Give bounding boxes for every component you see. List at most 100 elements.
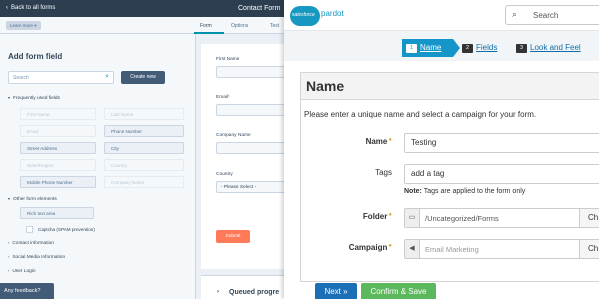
field-city[interactable]: City: [104, 142, 184, 154]
salesforce-logo: salesforce: [290, 6, 320, 26]
pardot-window: salesforce pardot ⌕ Search 1 Name 2 Fields…: [284, 0, 599, 299]
required-icon: ●: [388, 243, 392, 249]
hubspot-sub-bar: Learn more ▾ Form Options Test: [0, 17, 285, 34]
field-phone-number[interactable]: Phone Number: [104, 125, 184, 137]
name-input[interactable]: Testing: [404, 133, 599, 153]
field-state-region[interactable]: State/Region: [20, 159, 96, 171]
group-contact-info-label: Contact information: [12, 241, 54, 246]
confirm-save-button[interactable]: Confirm & Save: [361, 283, 436, 299]
field-search-input[interactable]: Search ⌕: [8, 71, 114, 84]
form-title[interactable]: Contact Form✎: [238, 0, 289, 17]
pardot-search-input[interactable]: ⌕ Search: [505, 5, 599, 25]
field-street-address[interactable]: Street Address: [20, 142, 96, 154]
tags-note-bold: Note:: [404, 188, 422, 195]
folder-icon: ▭: [405, 209, 420, 227]
campaign-label-text: Campaign: [348, 243, 388, 252]
chevron-down-icon: ▾: [8, 196, 11, 201]
search-icon: ⌕: [105, 73, 109, 80]
tab-options[interactable]: Options: [231, 23, 248, 29]
tags-label: Tags: [375, 168, 392, 177]
pardot-brand: pardot: [321, 9, 344, 18]
pardot-search-placeholder: Search: [533, 11, 559, 20]
intro-text: Please enter a unique name and select a …: [304, 110, 537, 119]
captcha-label: Captcha (SPAM prevention): [38, 227, 95, 232]
field-last-name[interactable]: Last Name: [104, 108, 184, 120]
name-label: Name●: [312, 137, 392, 146]
group-social-media[interactable]: › Social Media Information: [8, 254, 65, 260]
preview-label-first-name: First Name: [216, 57, 239, 62]
preview-label-text: Country: [216, 172, 233, 177]
field-email[interactable]: Email: [20, 125, 96, 137]
folder-label-text: Folder: [362, 212, 388, 221]
name-panel-header: Name: [301, 73, 599, 100]
name-label-text: Name: [365, 137, 388, 146]
field-country[interactable]: Country: [104, 159, 184, 171]
queued-progress-label: Queued progre: [229, 289, 280, 296]
form-title-text: Contact Form: [238, 5, 281, 12]
chevron-right-icon: ›: [8, 240, 10, 245]
required-icon: ●: [388, 137, 392, 143]
chevron-right-icon: ›: [8, 268, 10, 273]
other-elements-label: Other form elements: [13, 197, 57, 202]
choose-campaign-button[interactable]: Ch: [579, 239, 599, 259]
learn-more-label: Learn more: [10, 23, 34, 28]
step-label: Fields: [476, 43, 498, 52]
megaphone-icon: ◀: [405, 240, 420, 258]
campaign-selector[interactable]: ◀ Email Marketing Ch: [404, 239, 599, 259]
folder-selector[interactable]: ▭ /Uncategorized/Forms Ch: [404, 208, 599, 228]
field-rich-text[interactable]: Rich text area: [20, 207, 94, 219]
group-user-login-label: User Login: [12, 269, 36, 274]
group-contact-info[interactable]: › Contact information: [8, 240, 54, 246]
step-number: 2: [462, 44, 473, 53]
add-field-sidebar: Add form field Search ⌕ Create new ▾ Freq…: [0, 34, 196, 299]
step-number: 3: [516, 44, 527, 53]
frequently-used-toggle[interactable]: ▾ Frequently used fields: [8, 95, 60, 101]
feedback-button[interactable]: Any feedback?: [0, 283, 54, 299]
logo-text: salesforce: [292, 12, 315, 18]
frequently-used-label: Frequently used fields: [13, 96, 60, 101]
field-first-name[interactable]: First Name: [20, 108, 96, 120]
back-label: Back to all forms: [11, 5, 56, 11]
field-company-name[interactable]: Company Name: [104, 176, 184, 188]
pardot-header: salesforce pardot ⌕ Search: [284, 0, 599, 31]
preview-label-company: Company Name: [216, 133, 251, 138]
screen: ‹Back to all forms Contact Form✎ Learn m…: [0, 0, 599, 299]
chevron-down-icon: ▾: [8, 95, 11, 100]
chevron-right-icon: ›: [8, 254, 10, 259]
field-mobile-phone[interactable]: Mobile Phone Number: [20, 176, 96, 188]
tab-form[interactable]: Form: [200, 23, 212, 29]
required-icon: ●: [388, 212, 392, 218]
tags-input[interactable]: add a tag: [404, 164, 599, 184]
step-number: 1: [406, 44, 417, 53]
folder-value: /Uncategorized/Forms: [425, 214, 499, 223]
preview-label-text: First Name: [216, 57, 240, 62]
step-fields[interactable]: 2 Fields: [462, 43, 497, 53]
folder-label: Folder●: [312, 212, 392, 221]
campaign-placeholder: Email Marketing: [425, 245, 479, 254]
other-elements-toggle[interactable]: ▾ Other form elements: [8, 196, 57, 202]
back-to-forms-link[interactable]: ‹ Back to all forms: [6, 0, 55, 17]
preview-label-text: Email: [216, 95, 228, 100]
preview-submit-button[interactable]: Submit: [216, 230, 250, 243]
tags-note-text: Tags are applied to the form only: [423, 188, 526, 195]
learn-more-button[interactable]: Learn more ▾: [6, 21, 41, 30]
field-search-placeholder: Search: [13, 75, 29, 81]
next-button[interactable]: Next »: [315, 283, 357, 299]
panel-title: Name: [306, 78, 345, 94]
preview-label-country: Country: [216, 172, 233, 177]
search-icon: ⌕: [512, 9, 518, 19]
tab-test[interactable]: Test: [270, 23, 279, 29]
back-arrow-icon: ‹: [6, 5, 8, 11]
preview-label-text: Company Name: [216, 133, 251, 138]
choose-folder-button[interactable]: Ch: [579, 208, 599, 228]
step-name[interactable]: 1 Name: [406, 43, 441, 53]
campaign-label: Campaign●: [312, 243, 392, 252]
step-label: Name: [420, 43, 442, 52]
create-new-button[interactable]: Create new: [121, 71, 165, 84]
step-look-and-feel[interactable]: 3 Look and Feel: [516, 43, 581, 53]
captcha-checkbox[interactable]: [26, 226, 33, 233]
step-label: Look and Feel: [530, 43, 581, 52]
sidebar-title: Add form field: [8, 52, 63, 61]
group-social-media-label: Social Media Information: [12, 255, 66, 260]
group-user-login[interactable]: › User Login: [8, 268, 36, 274]
